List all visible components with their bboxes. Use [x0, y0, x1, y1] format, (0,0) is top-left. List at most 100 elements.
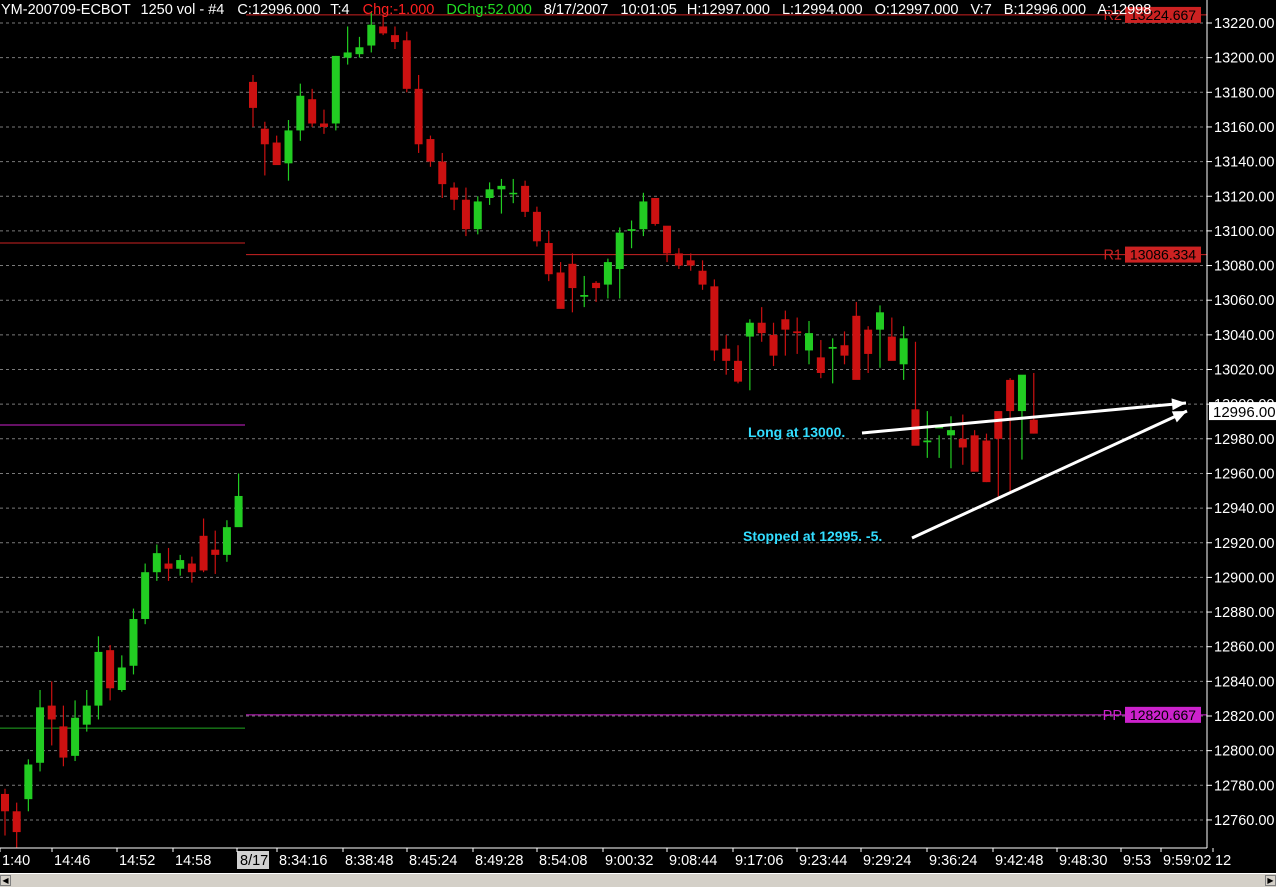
header-interval: 1250 vol - #4 [141, 2, 225, 18]
candle-body [757, 322, 766, 334]
candle-body [1006, 379, 1015, 412]
candle-body [887, 336, 896, 361]
candle-body [852, 315, 861, 380]
candle-body [331, 55, 340, 124]
time-tick-label: 14:46 [54, 853, 90, 869]
candle-body [544, 243, 553, 275]
stopped-arrow [911, 409, 1188, 540]
time-tick-label: 9:48:30 [1059, 853, 1107, 869]
time-tick-label: 9:53 [1123, 853, 1151, 869]
price-tick-label: 12780.00 [1214, 778, 1274, 794]
candle-body [82, 705, 91, 725]
header-time: 10:01:05 [620, 2, 676, 18]
price-tick-label: 13220.00 [1214, 16, 1274, 32]
candle-body [222, 527, 231, 555]
candle-body [36, 707, 45, 763]
last-price-label: 12996.00 [1213, 404, 1276, 421]
candle-body [308, 99, 317, 124]
candle-body [509, 192, 518, 195]
candle-body [199, 535, 208, 571]
header-high: H:12997.000 [687, 2, 770, 18]
candle-body [450, 187, 459, 200]
candle-body [249, 81, 257, 108]
price-tick-label: 13140.00 [1214, 155, 1274, 171]
candle-body [994, 411, 1003, 439]
candle-body [982, 440, 991, 483]
candle-body [805, 333, 814, 351]
candle-body [603, 262, 612, 285]
candle-body [734, 360, 743, 382]
candle-body [71, 717, 80, 756]
candle-body [367, 24, 376, 46]
candle-body [414, 88, 423, 145]
time-tick-label: 9:17:06 [735, 853, 783, 869]
candle-body [769, 334, 778, 356]
candle-body [152, 553, 161, 573]
candle-body [234, 495, 243, 528]
candle-body [580, 295, 589, 297]
candle-body [284, 130, 293, 164]
header-volume: V:7 [971, 2, 992, 18]
price-tick-label: 13060.00 [1214, 293, 1274, 309]
price-tick-label: 12960.00 [1214, 466, 1274, 482]
price-tick-label: 12880.00 [1214, 605, 1274, 621]
candle-body [426, 139, 435, 162]
candle-body [117, 667, 126, 691]
price-tick-label: 12860.00 [1214, 640, 1274, 656]
candle-body [497, 185, 506, 190]
candle-body [485, 189, 494, 198]
long-annotation: Long at 13000. [748, 424, 845, 440]
candle-body [840, 345, 849, 356]
candle-body [1, 793, 9, 812]
price-tick-label: 12800.00 [1214, 744, 1274, 760]
candle-body [639, 201, 648, 230]
grid-layer [0, 22, 1207, 821]
chart-header: YM-200709-ECBOT 1250 vol - #4 C:12996.00… [1, 2, 1151, 18]
candle-body [651, 197, 660, 224]
candle-body [12, 811, 21, 833]
price-chart[interactable]: R2 13224.667 R1 13086.334 PP 12820.667 13220.… [0, 0, 1276, 886]
candle-body [532, 211, 541, 242]
candle-body [828, 346, 837, 349]
time-tick-label: 8:38:48 [345, 853, 393, 869]
right-arrow-icon[interactable]: ▶ [1265, 875, 1276, 886]
candle-body [592, 282, 601, 289]
time-tick-label: 9:00:32 [605, 853, 653, 869]
candle-body [958, 438, 967, 448]
header-open: O:12997.000 [875, 2, 959, 18]
candle-body [164, 563, 173, 569]
price-tick-label: 13180.00 [1214, 85, 1274, 101]
left-arrow-icon[interactable]: ◀ [0, 875, 11, 886]
candle-body [402, 40, 411, 89]
candle-body [176, 560, 185, 569]
candle-body [106, 650, 115, 689]
candle-body [698, 270, 707, 285]
candle-body [438, 161, 447, 185]
candle-body [1029, 419, 1038, 434]
candle-body [319, 123, 328, 127]
time-tick-label: 9:23:44 [799, 853, 847, 869]
candle-body [272, 142, 281, 166]
horizontal-scrollbar[interactable]: ◀ ▶ [0, 873, 1276, 887]
time-tick-label: 8/17 [240, 853, 268, 869]
time-tick-label: 8:45:24 [409, 853, 457, 869]
candle-body [556, 272, 565, 309]
time-tick-label: 8:54:08 [539, 853, 587, 869]
price-tick-label: 12760.00 [1214, 813, 1274, 829]
chart-canvas[interactable]: R2 13224.667R1 13086.334PP 12820.667 13220.… [0, 0, 1276, 873]
header-symbol: YM-200709-ECBOT [1, 2, 131, 18]
time-tick-label: 9:59:02 [1163, 853, 1211, 869]
header-dchg: DChg:52.000 [446, 2, 531, 18]
header-low: L:12994.000 [782, 2, 863, 18]
candle-body [663, 225, 672, 254]
price-tick-label: 12920.00 [1214, 536, 1274, 552]
price-tick-label: 13080.00 [1214, 259, 1274, 275]
candle-body [722, 348, 731, 361]
time-tick-label: 9:29:24 [863, 853, 911, 869]
candle-body [141, 572, 150, 619]
price-tick-label: 13020.00 [1214, 363, 1274, 379]
header-bid: B:12996.000 [1004, 2, 1086, 18]
candle-body [260, 128, 269, 145]
price-tick-label: 12820.00 [1214, 709, 1274, 725]
candle-body [24, 764, 33, 800]
